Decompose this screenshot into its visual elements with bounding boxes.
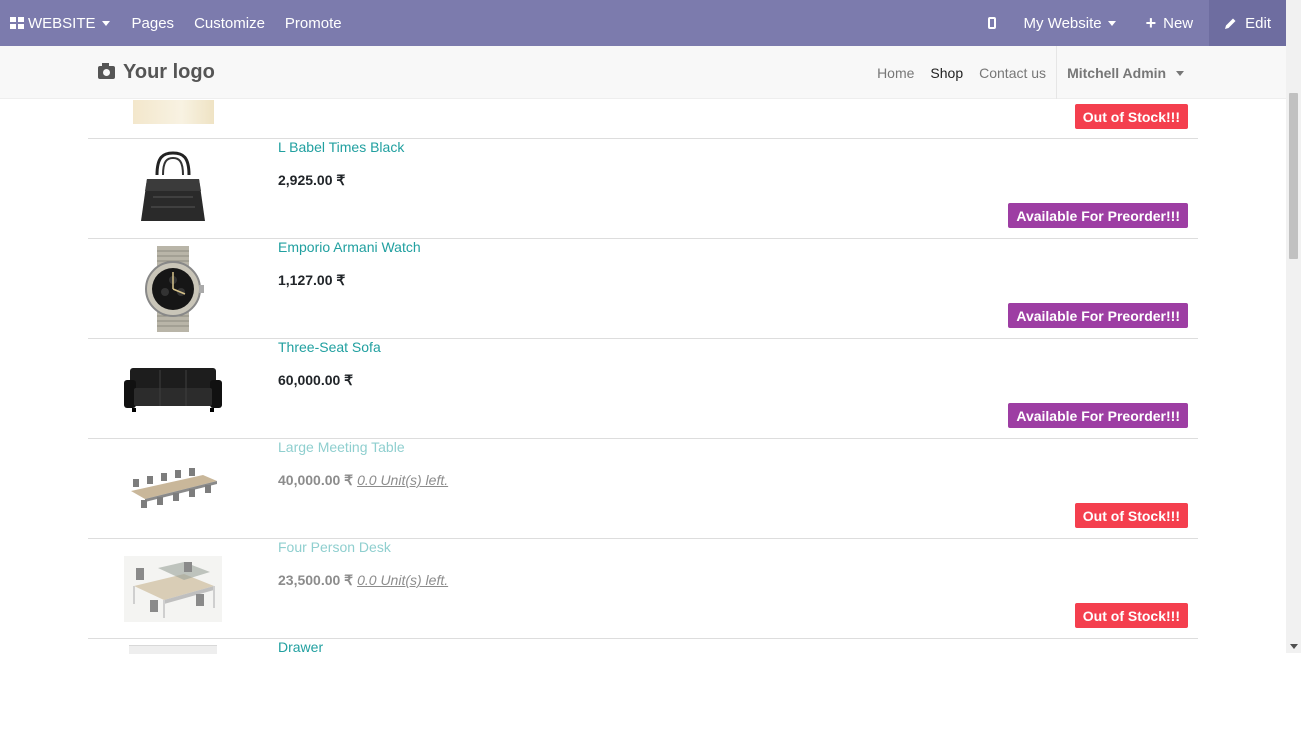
product-name-link[interactable]: Four Person Desk xyxy=(278,539,391,555)
product-row: L Babel Times Black 2,925.00 ₹ Available… xyxy=(88,139,1198,239)
product-price: 23,500.00 ₹0.0 Unit(s) left. xyxy=(278,572,448,589)
product-image-meeting-table[interactable] xyxy=(124,449,222,529)
user-menu[interactable]: Mitchell Admin xyxy=(1057,65,1194,81)
product-name-link[interactable]: Emporio Armani Watch xyxy=(278,239,421,255)
camera-icon xyxy=(98,63,115,79)
edit-button[interactable]: Edit xyxy=(1209,0,1286,46)
scrollbar-thumb[interactable] xyxy=(1289,93,1298,259)
user-name: Mitchell Admin xyxy=(1067,64,1167,81)
product-row: Emporio Armani Watch 1,127.00 ₹ Availabl… xyxy=(88,239,1198,339)
scroll-down-arrow-icon[interactable] xyxy=(1290,644,1298,649)
page-scrollbar[interactable] xyxy=(1286,0,1301,653)
out-of-stock-badge: Out of Stock!!! xyxy=(1074,503,1188,528)
nav-shop[interactable]: Shop xyxy=(922,65,971,81)
product-row: Large Meeting Table 40,000.00 ₹0.0 Unit(… xyxy=(88,439,1198,539)
product-name-link[interactable]: Three-Seat Sofa xyxy=(278,339,381,355)
mobile-icon xyxy=(987,17,996,29)
edit-label: Edit xyxy=(1245,14,1271,32)
product-price: 40,000.00 ₹0.0 Unit(s) left. xyxy=(278,472,448,489)
product-price: 60,000.00 ₹ xyxy=(278,372,354,388)
apps-grid-icon xyxy=(10,17,24,29)
product-row: Four Person Desk 23,500.00 ₹0.0 Unit(s) … xyxy=(88,539,1198,639)
brand-label: WEBSITE xyxy=(28,14,96,32)
pencil-icon xyxy=(1225,18,1236,29)
chevron-down-icon xyxy=(1107,20,1116,26)
chevron-down-icon xyxy=(1176,71,1184,77)
main-nav: Home Shop Contact us Mitchell Admin xyxy=(869,46,1194,99)
plus-icon: + xyxy=(1145,13,1157,33)
new-label: New xyxy=(1163,14,1194,32)
product-image-sofa[interactable] xyxy=(124,349,222,429)
units-left: 0.0 Unit(s) left. xyxy=(357,572,449,588)
site-logo[interactable]: Your logo xyxy=(98,61,215,84)
product-image[interactable] xyxy=(124,99,222,124)
price-value: 40,000.00 ₹ xyxy=(278,472,354,488)
preorder-badge: Available For Preorder!!! xyxy=(1008,303,1188,328)
website-switcher-label: My Website xyxy=(1023,14,1102,32)
preorder-badge: Available For Preorder!!! xyxy=(1008,203,1188,228)
out-of-stock-badge: Out of Stock!!! xyxy=(1074,603,1188,628)
units-left: 0.0 Unit(s) left. xyxy=(357,472,449,488)
preorder-badge: Available For Preorder!!! xyxy=(1008,403,1188,428)
chevron-down-icon xyxy=(101,20,110,26)
site-header: Your logo Home Shop Contact us Mitchell … xyxy=(0,46,1286,99)
product-image-watch[interactable] xyxy=(124,246,222,332)
product-price: 1,127.00 ₹ xyxy=(278,272,346,288)
product-row: Three-Seat Sofa 60,000.00 ₹ Available Fo… xyxy=(88,339,1198,439)
logo-text: Your logo xyxy=(123,61,215,83)
product-image-handbag[interactable] xyxy=(124,149,222,229)
price-value: 23,500.00 ₹ xyxy=(278,572,354,588)
product-image-desk[interactable] xyxy=(124,549,222,629)
product-name-link[interactable]: Large Meeting Table xyxy=(278,439,405,455)
product-name-link[interactable]: L Babel Times Black xyxy=(278,139,404,155)
out-of-stock-badge: Out of Stock!!! xyxy=(1074,104,1188,129)
product-row: Drawer xyxy=(88,639,1198,739)
nav-home[interactable]: Home xyxy=(869,65,922,81)
nav-contact-us[interactable]: Contact us xyxy=(971,65,1054,81)
product-price: 2,925.00 ₹ xyxy=(278,172,346,188)
